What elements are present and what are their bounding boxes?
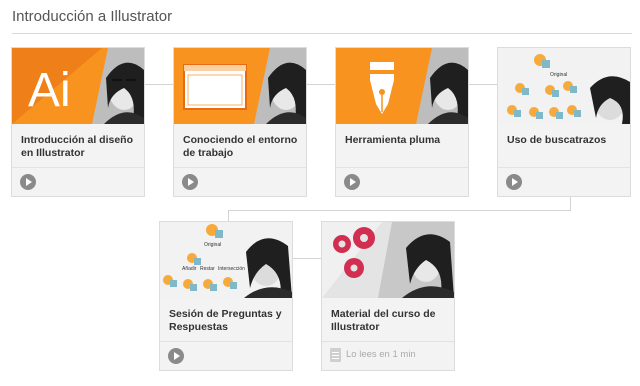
card-footer: Lo lees en 1 min — [322, 341, 454, 370]
lesson-thumbnail: Original — [498, 48, 630, 124]
document-icon[interactable] — [330, 348, 341, 362]
card-footer — [160, 341, 292, 370]
lesson-card[interactable]: Ai Introducción al diseño en Illustrator — [11, 47, 145, 197]
lesson-card[interactable]: Original Uso de buscatrazos — [497, 47, 631, 197]
ai-logo-icon: Ai — [28, 64, 71, 117]
lesson-card[interactable]: Material del curso de Illustrator Lo lee… — [321, 221, 455, 371]
read-time: Lo lees en 1 min — [346, 349, 416, 360]
lesson-card[interactable]: Conociendo el entorno de trabajo — [173, 47, 307, 197]
play-icon[interactable] — [182, 174, 198, 190]
lesson-thumbnail — [336, 48, 468, 124]
page-title: Introducción a Illustrator — [12, 8, 173, 25]
play-icon[interactable] — [168, 348, 184, 364]
lesson-card[interactable]: Original Añadir Restar Intersección Sesi… — [159, 221, 293, 371]
lesson-thumbnail: Ai — [12, 48, 144, 124]
lesson-thumbnail — [174, 48, 306, 124]
connector-line — [144, 84, 174, 85]
lesson-title[interactable]: Uso de buscatrazos — [507, 134, 625, 147]
lesson-card[interactable]: Herramienta pluma — [335, 47, 469, 197]
play-icon[interactable] — [506, 174, 522, 190]
connector-line — [228, 210, 571, 211]
lesson-title[interactable]: Introducción al diseño en Illustrator — [21, 134, 139, 160]
play-icon[interactable] — [344, 174, 360, 190]
connector-line — [306, 84, 336, 85]
card-footer — [174, 167, 306, 196]
presenter-photo — [590, 76, 630, 124]
card-footer — [498, 167, 630, 196]
lesson-title[interactable]: Material del curso de Illustrator — [331, 308, 449, 334]
lesson-title[interactable]: Sesión de Preguntas y Respuestas — [169, 308, 287, 334]
svg-text:Restar: Restar — [200, 266, 215, 272]
play-icon[interactable] — [20, 174, 36, 190]
lesson-thumbnail: Original Añadir Restar Intersección — [160, 222, 292, 298]
title-divider — [12, 33, 632, 34]
lesson-thumbnail — [322, 222, 454, 298]
window-icon — [183, 64, 247, 110]
connector-line — [570, 196, 571, 211]
svg-text:Intersección: Intersección — [218, 266, 245, 272]
svg-text:Original: Original — [550, 72, 567, 78]
connector-line — [292, 258, 322, 259]
lesson-title[interactable]: Conociendo el entorno de trabajo — [183, 134, 301, 160]
card-footer — [12, 167, 144, 196]
lesson-title[interactable]: Herramienta pluma — [345, 134, 463, 147]
svg-text:Añadir: Añadir — [182, 266, 197, 272]
card-footer — [336, 167, 468, 196]
connector-line — [468, 84, 498, 85]
svg-text:Original: Original — [204, 242, 221, 248]
